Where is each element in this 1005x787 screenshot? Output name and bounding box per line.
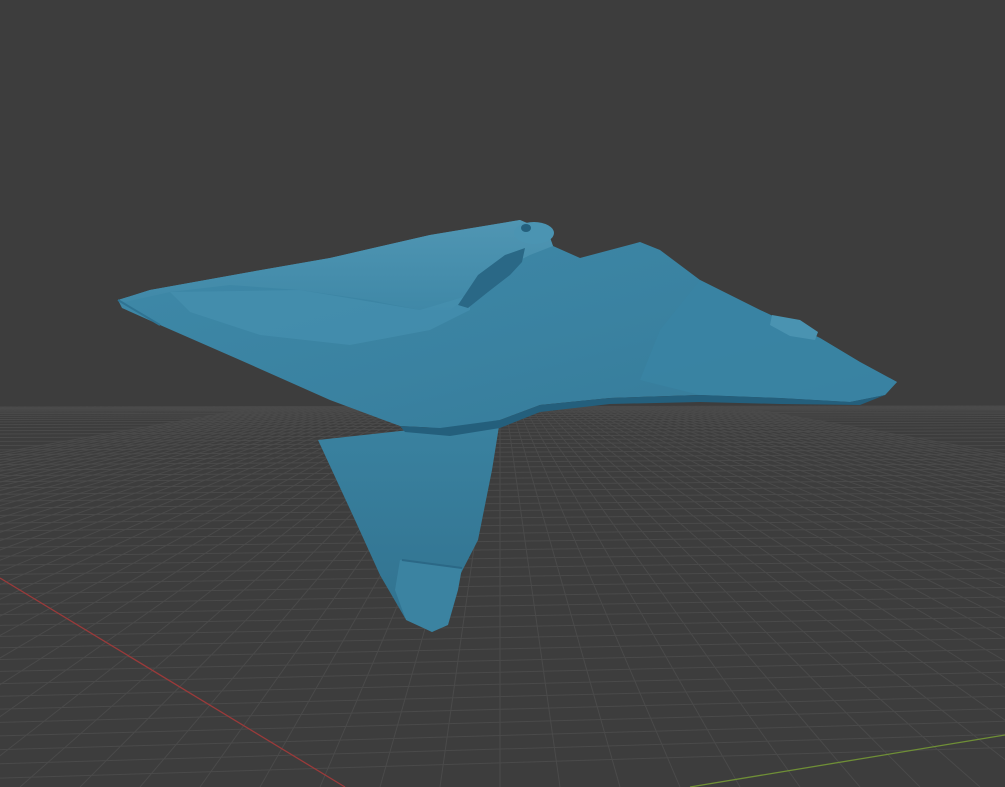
grid-line [0,586,1005,605]
grid-line [0,606,1005,626]
grid-line [0,596,1005,616]
grid-line [0,683,1005,710]
grid-line [0,708,1005,737]
grid-line [0,468,1005,477]
mesh-mount-tab [514,222,554,244]
grid-line [0,720,1005,751]
grid-line [523,406,741,787]
grid-line [0,747,1005,779]
y-axis-line [689,734,1005,787]
3d-viewport[interactable] [0,0,1005,787]
grid-line [0,648,1005,672]
mesh-mount-hole [521,224,531,232]
grid-line [511,406,621,787]
grid-line [0,568,1005,585]
grid-line [529,406,801,787]
grid-line [0,695,1005,723]
floor-grid [0,405,1005,787]
mesh-leg-cap [395,560,462,632]
viewport-canvas[interactable] [0,0,1005,787]
grid-line [0,616,1005,637]
grid-line [505,406,561,787]
